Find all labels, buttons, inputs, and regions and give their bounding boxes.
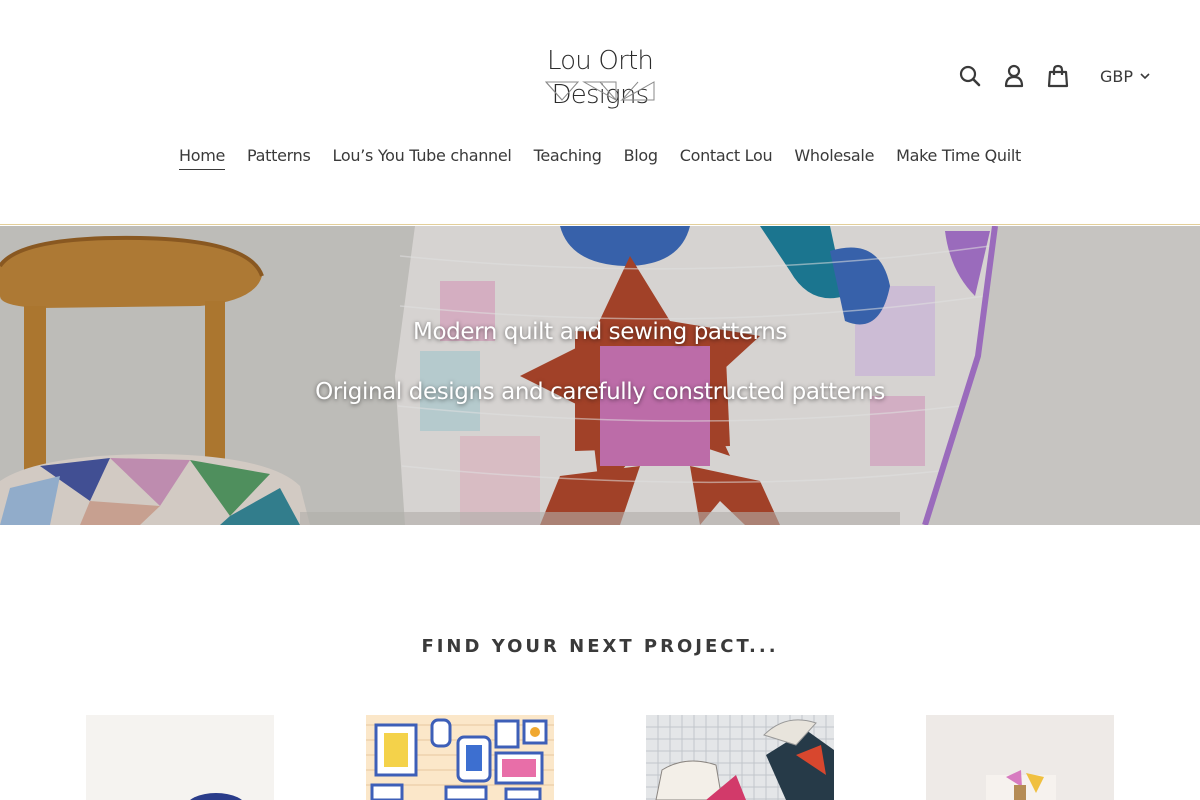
nav-item-wholesale[interactable]: Wholesale — [794, 140, 874, 170]
product-card-3[interactable] — [646, 715, 834, 800]
nav-item-teaching[interactable]: Teaching — [534, 140, 602, 170]
cart-icon — [1047, 64, 1069, 88]
product-image-3 — [646, 715, 834, 800]
collection-title: FIND YOUR NEXT PROJECT... — [421, 636, 779, 657]
currency-selector[interactable]: GBP — [1100, 67, 1150, 86]
product-card-2[interactable] — [366, 715, 554, 800]
account-icon — [1004, 64, 1024, 88]
nav-item-home[interactable]: Home — [178, 140, 225, 170]
currency-label: GBP — [1100, 66, 1134, 86]
search-icon — [959, 65, 981, 87]
logo-triangles-mark — [544, 81, 655, 101]
hero-subtitle: Original designs and carefully construct… — [315, 379, 885, 405]
product-card-4[interactable] — [926, 715, 1114, 800]
nav-item-contact[interactable]: Contact Lou — [680, 140, 773, 170]
nav-item-make-time-quilt[interactable]: Make Time Quilt — [896, 140, 1021, 170]
chevron-down-icon — [1140, 73, 1150, 80]
nav-item-patterns[interactable]: Patterns — [247, 140, 311, 170]
header-icons: GBP — [952, 58, 1150, 94]
account-button[interactable] — [996, 58, 1032, 94]
site-header: Lou Orth Designs GBP Home Patterns Lou’s… — [0, 0, 1200, 225]
hero-title: Modern quilt and sewing patterns — [413, 319, 787, 345]
cart-button[interactable] — [1040, 58, 1076, 94]
main-nav: Home Patterns Lou’s You Tube channel Tea… — [0, 140, 1200, 170]
hero-banner: Modern quilt and sewing patterns Origina… — [0, 226, 1200, 525]
product-image-1 — [86, 715, 274, 800]
product-card-1[interactable] — [86, 715, 274, 800]
hero-overlay — [0, 226, 1200, 525]
search-button[interactable] — [952, 58, 988, 94]
product-image-2 — [366, 715, 554, 800]
nav-item-youtube-channel[interactable]: Lou’s You Tube channel — [333, 140, 512, 170]
nav-item-blog[interactable]: Blog — [624, 140, 658, 170]
brand-logo[interactable]: Lou Orth Designs — [510, 44, 690, 110]
product-image-4 — [926, 715, 1114, 800]
